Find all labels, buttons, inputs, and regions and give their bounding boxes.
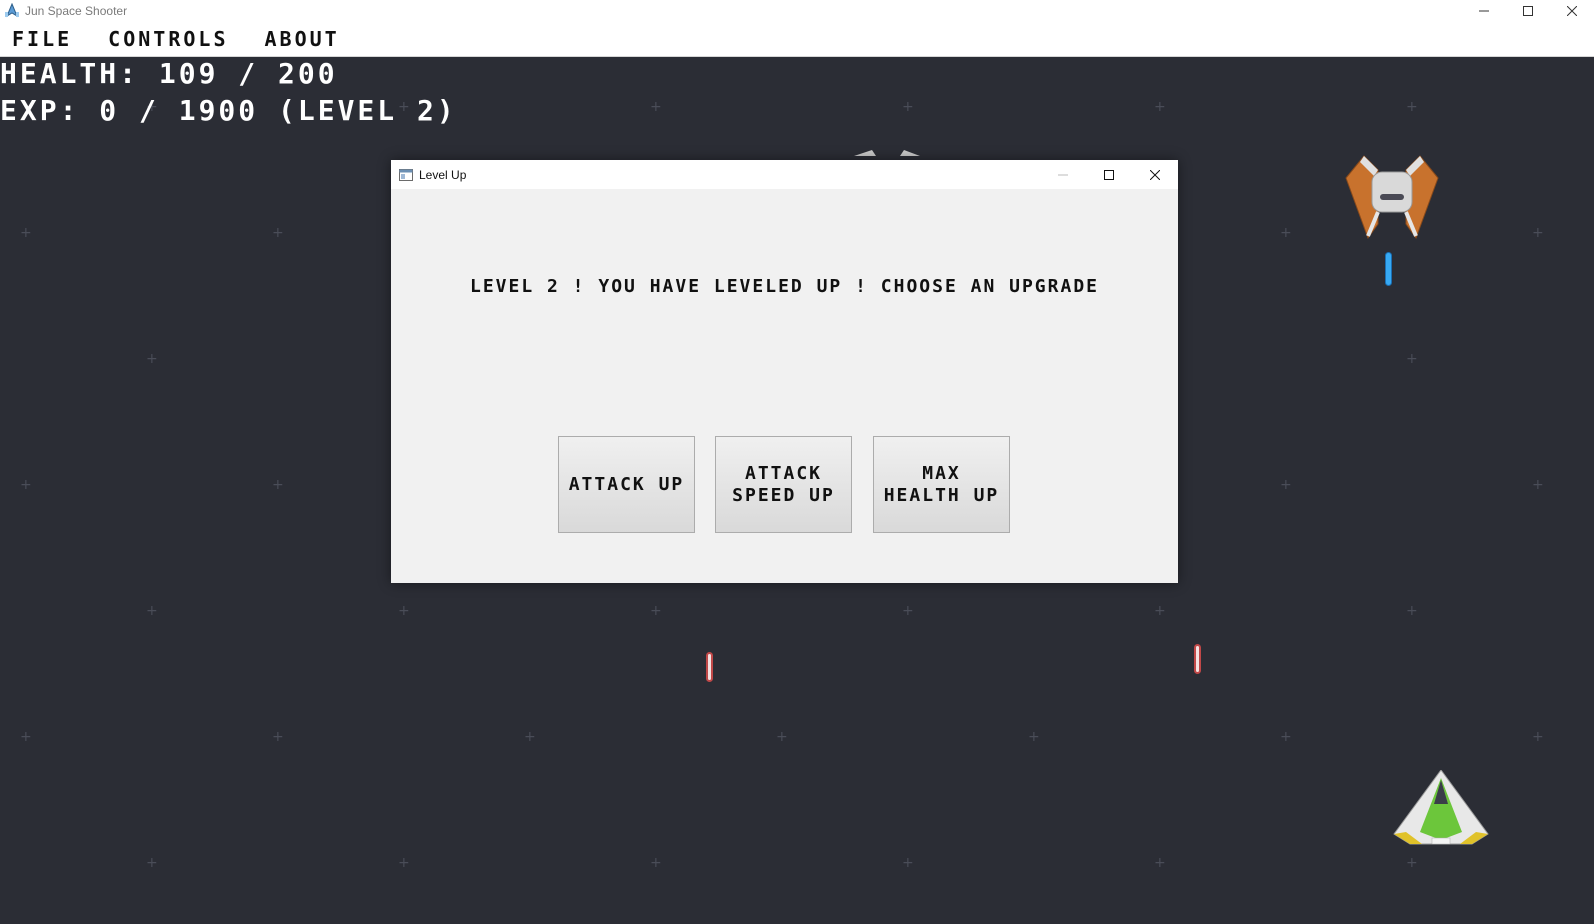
dialog-title: Level Up [419,167,467,182]
window-icon [399,168,413,181]
star: + [1532,225,1544,241]
exp-readout: EXP: 0 / 1900 (LEVEL 2) [0,94,457,127]
attack-up-button[interactable]: ATTACK UP [558,436,695,533]
menu-about[interactable]: ABOUT [253,27,352,51]
star: + [1154,603,1166,619]
health-readout: HEALTH: 109 / 200 [0,57,338,90]
star: + [1532,477,1544,493]
star: + [1280,729,1292,745]
dialog-minimize-button[interactable] [1040,160,1086,189]
menu-bar: FILE CONTROLS ABOUT [0,22,1594,57]
star: + [1406,603,1418,619]
player-bullet [706,652,713,682]
star: + [902,855,914,871]
close-icon [1567,6,1577,16]
dialog-titlebar: Level Up [391,160,1178,189]
star: + [650,99,662,115]
star: + [1532,729,1544,745]
star: + [398,855,410,871]
minimize-button[interactable] [1462,0,1506,22]
star: + [524,729,536,745]
menu-file[interactable]: FILE [0,27,84,51]
star: + [1280,225,1292,241]
star: + [776,729,788,745]
star: + [272,729,284,745]
star: + [1154,855,1166,871]
window-titlebar: Jun Space Shooter [0,0,1594,22]
minimize-icon [1479,10,1489,12]
close-icon [1150,169,1160,180]
star: + [20,225,32,241]
star: + [650,603,662,619]
level-up-message: LEVEL 2 ! YOU HAVE LEVELED UP ! CHOOSE A… [469,276,1099,297]
star: + [1028,729,1040,745]
dialog-maximize-button[interactable] [1086,160,1132,189]
star: + [1280,477,1292,493]
menu-controls[interactable]: CONTROLS [96,27,240,51]
player-ship [1393,770,1489,845]
dialog-close-button[interactable] [1132,160,1178,189]
star: + [650,855,662,871]
star: + [146,351,158,367]
attack-up-label: ATTACK UP [568,473,685,495]
star: + [398,603,410,619]
player-bullet [1194,644,1201,674]
star: + [272,225,284,241]
star: + [146,855,158,871]
star: + [1406,351,1418,367]
star: + [20,729,32,745]
close-button[interactable] [1550,0,1594,22]
attack-speed-up-button[interactable]: ATTACK SPEED UP [715,436,852,533]
star: + [1406,99,1418,115]
level-up-dialog: Level Up LEVEL 2 ! YOU HAVE LEVELED UP !… [391,160,1178,583]
maximize-button[interactable] [1506,0,1550,22]
enemy-ship [1345,155,1439,240]
star: + [1406,855,1418,871]
enemy-bullet [1385,252,1392,286]
maximize-icon [1523,6,1533,16]
maximize-icon [1104,169,1114,180]
attack-speed-up-label: ATTACK SPEED UP [732,462,835,506]
star: + [1154,99,1166,115]
star: + [146,603,158,619]
app-icon [5,3,19,18]
max-health-up-button[interactable]: MAX HEALTH UP [873,436,1010,533]
star: + [902,603,914,619]
window-title: Jun Space Shooter [25,4,128,18]
max-health-up-label: MAX HEALTH UP [883,462,1000,506]
minimize-icon [1058,174,1068,175]
star: + [272,477,284,493]
star: + [902,99,914,115]
star: + [20,477,32,493]
